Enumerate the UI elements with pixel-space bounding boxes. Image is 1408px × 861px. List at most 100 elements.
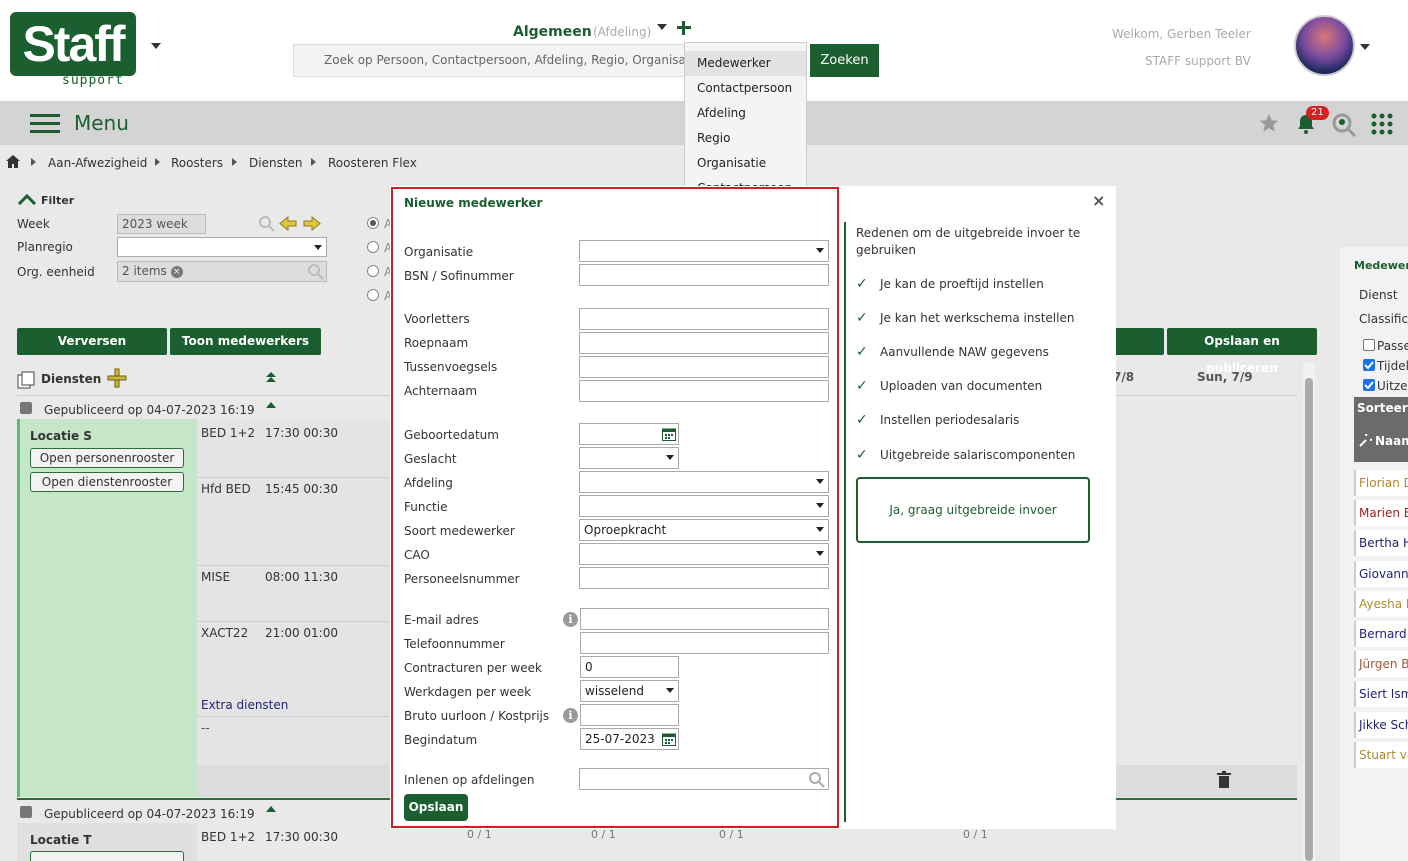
action-button-partial[interactable] [1114,328,1164,355]
tussenvoegsels-label: Tussenvoegsels [404,360,498,374]
show-employees-button[interactable]: Toon medewerkers [170,328,321,355]
employee-list-item[interactable]: Siert Ism [1354,681,1408,707]
dropdown-item-organisatie[interactable]: Organisatie [685,151,806,176]
cao-select[interactable] [579,543,829,565]
email-input[interactable] [580,608,829,630]
radio-option[interactable] [367,217,379,229]
next-week-arrow-icon[interactable] [303,216,321,231]
group-checkbox[interactable] [20,806,32,818]
side-panel-item[interactable]: Classifica [1359,312,1408,326]
menu-label[interactable]: Menu [74,111,129,135]
dropdown-item-regio[interactable]: Regio [685,126,806,151]
employee-list-item[interactable]: Giovanni [1354,561,1408,587]
telefoon-input[interactable] [580,632,829,654]
roepnaam-input[interactable] [579,332,829,354]
group-checkbox[interactable] [20,402,32,414]
apps-grid-icon[interactable] [1371,113,1393,135]
extended-input-button[interactable]: Ja, graag uitgebreide invoer [856,477,1090,543]
bruto-input[interactable] [580,704,679,726]
star-icon[interactable] [1258,112,1280,134]
employee-list-item[interactable]: Bernard [1354,621,1408,647]
collapse-group-icon[interactable] [266,805,276,812]
personeelsnummer-input[interactable] [579,567,829,589]
user-avatar[interactable] [1294,15,1355,76]
breadcrumb-item[interactable]: Aan-Afwezigheid [48,156,147,170]
search-button[interactable]: Zoeken [810,44,879,77]
staff-logo[interactable]: Staff [10,12,136,76]
avatar-chevron-down-icon[interactable] [1360,44,1370,50]
clear-icon[interactable]: × [170,265,183,278]
refresh-button[interactable]: Verversen [17,328,167,355]
achternaam-input[interactable] [579,380,829,402]
search-category-label[interactable]: Algemeen [513,24,592,40]
organisatie-select[interactable] [579,240,829,262]
radio-option[interactable] [367,289,379,301]
functie-select[interactable] [579,495,829,517]
employee-list-item[interactable]: Marien B [1354,500,1408,526]
planregio-select[interactable] [117,237,327,257]
close-icon[interactable]: × [1092,191,1105,210]
week-field[interactable]: 2023 week 27 [117,214,206,249]
wrench-icon[interactable] [1358,434,1372,448]
open-service-roster-button[interactable]: Open dienstenrooster [30,472,184,492]
search-category-chevron-down-icon[interactable] [657,24,667,30]
inlenen-input[interactable] [579,768,829,790]
prev-week-arrow-icon[interactable] [279,216,297,231]
save-button[interactable]: Opslaan [404,794,468,821]
contracturen-input[interactable]: 0 [580,656,679,678]
employee-list-item[interactable]: Ayesha B [1354,591,1408,617]
open-person-roster-button[interactable] [30,851,184,861]
info-icon[interactable]: i [563,708,578,723]
employee-list-item[interactable]: Bertha H [1354,530,1408,556]
scrollbar-thumb[interactable] [1305,378,1313,861]
employee-list-item[interactable]: Florian D [1354,470,1408,496]
voorletters-input[interactable] [579,308,829,330]
open-person-roster-button[interactable]: Open personenrooster [30,448,184,468]
employee-list-item[interactable]: Jikke Sch [1354,712,1408,738]
dropdown-item-afdeling[interactable]: Afdeling [685,101,806,126]
geslacht-select[interactable] [579,447,679,469]
org-unit-field[interactable]: 2 items × [117,261,327,282]
breadcrumb-item[interactable]: Diensten [249,156,303,170]
calendar-icon[interactable] [662,427,676,441]
search-icon[interactable] [808,771,826,789]
filter-checkbox[interactable] [1363,379,1375,391]
employee-list-item[interactable]: Jürgen Be [1354,651,1408,677]
breadcrumb-item[interactable]: Roosteren Flex [328,156,417,170]
location-search-icon[interactable] [1331,112,1357,138]
add-service-icon[interactable] [107,368,127,388]
bsn-input[interactable] [579,264,829,286]
logo-chevron-down-icon[interactable] [151,43,161,49]
shift-time: 15:45 00:30 [265,482,338,496]
breadcrumb-item[interactable]: Roosters [171,156,223,170]
collapse-filter-icon[interactable] [17,193,37,205]
search-icon[interactable] [258,215,276,233]
home-icon[interactable] [6,155,20,168]
org-search-icon[interactable] [307,263,325,281]
radio-option[interactable] [367,265,379,277]
hamburger-icon[interactable] [30,114,60,138]
filter-checkbox[interactable] [1363,359,1375,371]
dropdown-item-medewerker[interactable]: Medewerker [685,51,806,76]
radio-option[interactable] [367,241,379,253]
soort-medewerker-select[interactable]: Oproepkracht [579,519,829,541]
name-column-label[interactable]: Naam [1375,434,1408,448]
sort-up-icon[interactable] [265,371,277,383]
collapse-group-icon[interactable] [266,401,276,408]
info-icon[interactable]: i [563,612,578,627]
search-input[interactable]: Zoek op Persoon, Contactpersoon, Afdelin… [293,44,691,77]
filter-checkbox[interactable] [1363,339,1375,351]
werkdagen-select[interactable]: wisselend [580,680,679,702]
save-publish-button[interactable]: Opslaan en publiceren [1167,328,1317,375]
dropdown-item-contactpersoon[interactable]: Contactpersoon [685,76,806,101]
employee-list-item[interactable]: Stuart va [1354,742,1408,768]
tussenvoegsels-input[interactable] [579,356,829,378]
extra-services-link[interactable]: Extra diensten [201,698,288,712]
afdeling-select[interactable] [579,471,829,493]
trash-icon[interactable] [1217,771,1231,788]
voorletters-label: Voorletters [404,312,470,326]
calendar-icon[interactable] [662,732,676,746]
add-icon[interactable] [676,20,692,36]
side-panel-item[interactable]: Dienst [1359,288,1398,302]
copy-icon[interactable] [17,371,35,389]
